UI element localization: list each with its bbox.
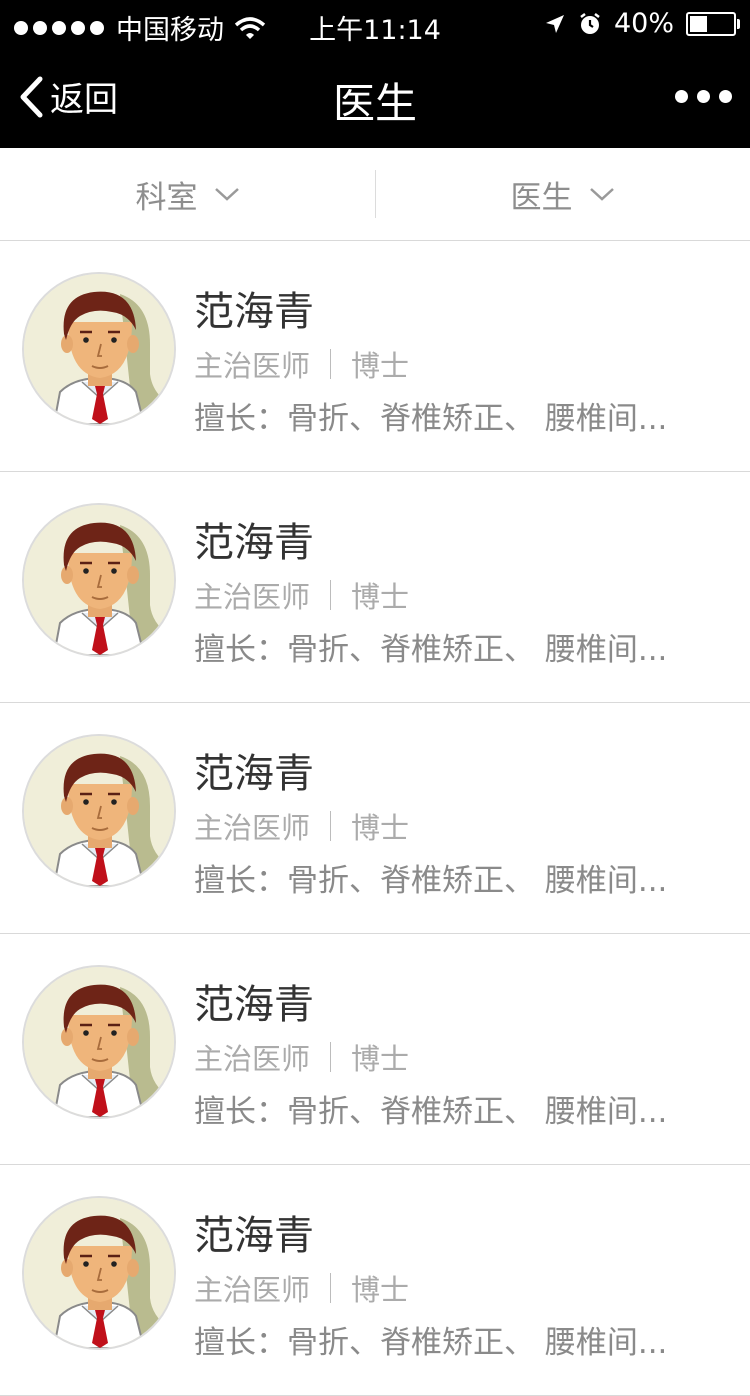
status-bar: 中国移动 上午11:14 40% — [0, 0, 750, 48]
meta-divider — [330, 811, 332, 841]
doctor-title: 主治医师 — [194, 1273, 311, 1307]
doctor-degree: 博士 — [351, 1042, 410, 1076]
doctor-avatar — [22, 503, 176, 657]
doctor-degree: 博士 — [351, 1273, 410, 1307]
doctor-list-item[interactable]: 范海青 主治医师 博士 擅长：骨折、脊椎矫正、 腰椎间... — [0, 1165, 750, 1396]
doctor-filter-label: 医生 — [510, 179, 573, 216]
meta-divider — [330, 580, 332, 610]
battery-icon — [686, 11, 740, 36]
doctor-title: 主治医师 — [194, 349, 311, 383]
doctor-specialty: 擅长：骨折、脊椎矫正、 腰椎间... — [194, 1094, 668, 1130]
doctor-filter[interactable]: 医生 — [375, 148, 750, 240]
doctor-specialty: 擅长：骨折、脊椎矫正、 腰椎间... — [194, 401, 668, 437]
location-arrow-icon — [545, 14, 564, 33]
battery-fill — [690, 15, 707, 32]
doctor-specialty: 擅长：骨折、脊椎矫正、 腰椎间... — [194, 632, 668, 668]
doctor-list-item[interactable]: 范海青 主治医师 博士 擅长：骨折、脊椎矫正、 腰椎间... — [0, 703, 750, 934]
doctor-meta: 主治医师 博士 — [194, 1267, 409, 1309]
doctor-meta: 主治医师 博士 — [194, 343, 409, 385]
doctor-degree: 博士 — [351, 811, 410, 845]
doctor-avatar — [22, 965, 176, 1119]
doctor-list: 范海青 主治医师 博士 擅长：骨折、脊椎矫正、 腰椎间... 范海青 主治医师 … — [0, 241, 750, 1396]
meta-divider — [330, 1042, 332, 1072]
page-title: 医生 — [332, 79, 417, 128]
department-filter[interactable]: 科室 — [0, 148, 375, 240]
doctor-specialty: 擅长：骨折、脊椎矫正、 腰椎间... — [194, 1325, 668, 1361]
doctor-title: 主治医师 — [194, 811, 311, 845]
status-right: 40% — [544, 8, 740, 39]
doctor-meta: 主治医师 博士 — [194, 574, 409, 616]
battery-percent: 40% — [613, 8, 674, 39]
doctor-degree: 博士 — [351, 580, 410, 614]
doctor-name: 范海青 — [194, 1213, 314, 1259]
doctor-avatar — [22, 1196, 176, 1350]
doctor-meta: 主治医师 博士 — [194, 805, 409, 847]
filter-bar: 科室 医生 — [0, 148, 750, 241]
doctor-name: 范海青 — [194, 751, 314, 797]
alarm-icon — [580, 12, 600, 34]
doctor-title: 主治医师 — [194, 1042, 311, 1076]
chevron-down-icon — [589, 188, 614, 201]
doctor-list-item[interactable]: 范海青 主治医师 博士 擅长：骨折、脊椎矫正、 腰椎间... — [0, 241, 750, 472]
department-filter-label: 科室 — [135, 179, 198, 216]
doctor-specialty: 擅长：骨折、脊椎矫正、 腰椎间... — [194, 863, 668, 899]
more-options-button[interactable] — [675, 90, 732, 103]
doctor-avatar — [22, 272, 176, 426]
meta-divider — [330, 349, 332, 379]
navigation-bar: 返回 医生 — [0, 48, 750, 148]
doctor-title: 主治医师 — [194, 580, 311, 614]
doctor-avatar — [22, 734, 176, 888]
chevron-down-icon — [214, 188, 239, 201]
doctor-meta: 主治医师 博士 — [194, 1036, 409, 1078]
doctor-name: 范海青 — [194, 520, 314, 566]
doctor-name: 范海青 — [194, 982, 314, 1028]
doctor-name: 范海青 — [194, 289, 314, 335]
doctor-list-item[interactable]: 范海青 主治医师 博士 擅长：骨折、脊椎矫正、 腰椎间... — [0, 472, 750, 703]
doctor-list-item[interactable]: 范海青 主治医师 博士 擅长：骨折、脊椎矫正、 腰椎间... — [0, 934, 750, 1165]
meta-divider — [330, 1273, 332, 1303]
doctor-degree: 博士 — [351, 349, 410, 383]
